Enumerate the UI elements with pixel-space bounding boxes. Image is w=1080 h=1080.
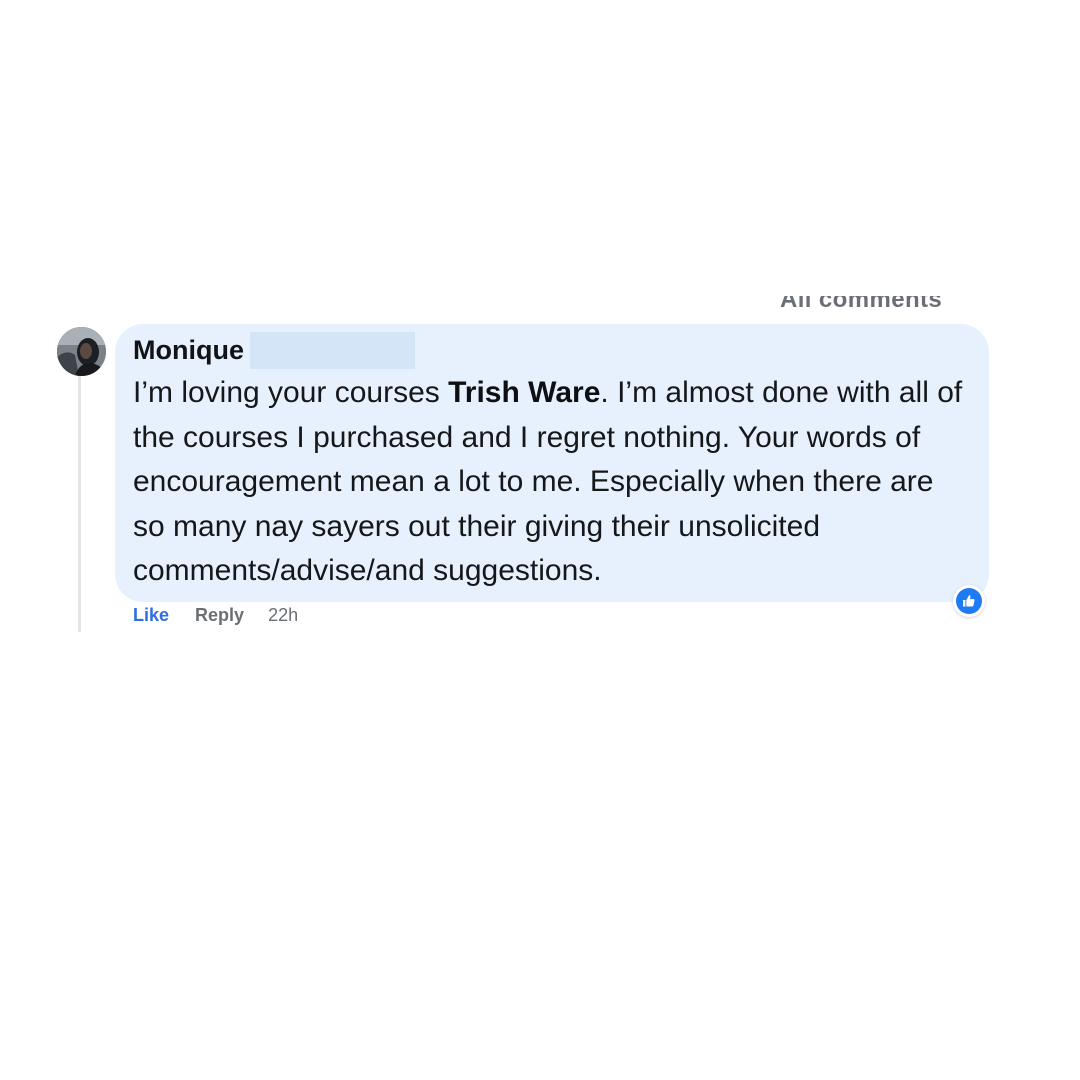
comment-body: I’m loving your courses Trish Ware. I’m … — [133, 371, 963, 594]
comment-author-row: Monique — [133, 329, 971, 371]
reply-button[interactable]: Reply — [195, 605, 244, 626]
like-button[interactable]: Like — [133, 605, 169, 626]
mention-link[interactable]: Trish Ware — [448, 376, 600, 409]
reaction-badge[interactable] — [953, 585, 985, 617]
profile-photo — [57, 327, 106, 376]
section-header-clipped: All comments — [780, 296, 994, 310]
author-name[interactable]: Monique — [133, 335, 244, 366]
all-comments-label: All comments — [780, 296, 943, 310]
avatar[interactable] — [57, 327, 106, 376]
comment-actions: Like Reply 22h — [133, 602, 298, 628]
comment-bubble: Monique I’m loving your courses Trish Wa… — [115, 324, 989, 602]
comment-text-start: I’m loving your courses — [133, 376, 449, 409]
comment-timestamp[interactable]: 22h — [268, 605, 298, 626]
comment-screenshot: All comments Monique I’m loving your cou… — [0, 0, 1080, 1080]
redacted-surname — [249, 331, 415, 369]
like-reaction-icon — [956, 588, 982, 614]
reply-thread-line — [78, 374, 81, 632]
thumbs-up-icon — [963, 595, 975, 607]
